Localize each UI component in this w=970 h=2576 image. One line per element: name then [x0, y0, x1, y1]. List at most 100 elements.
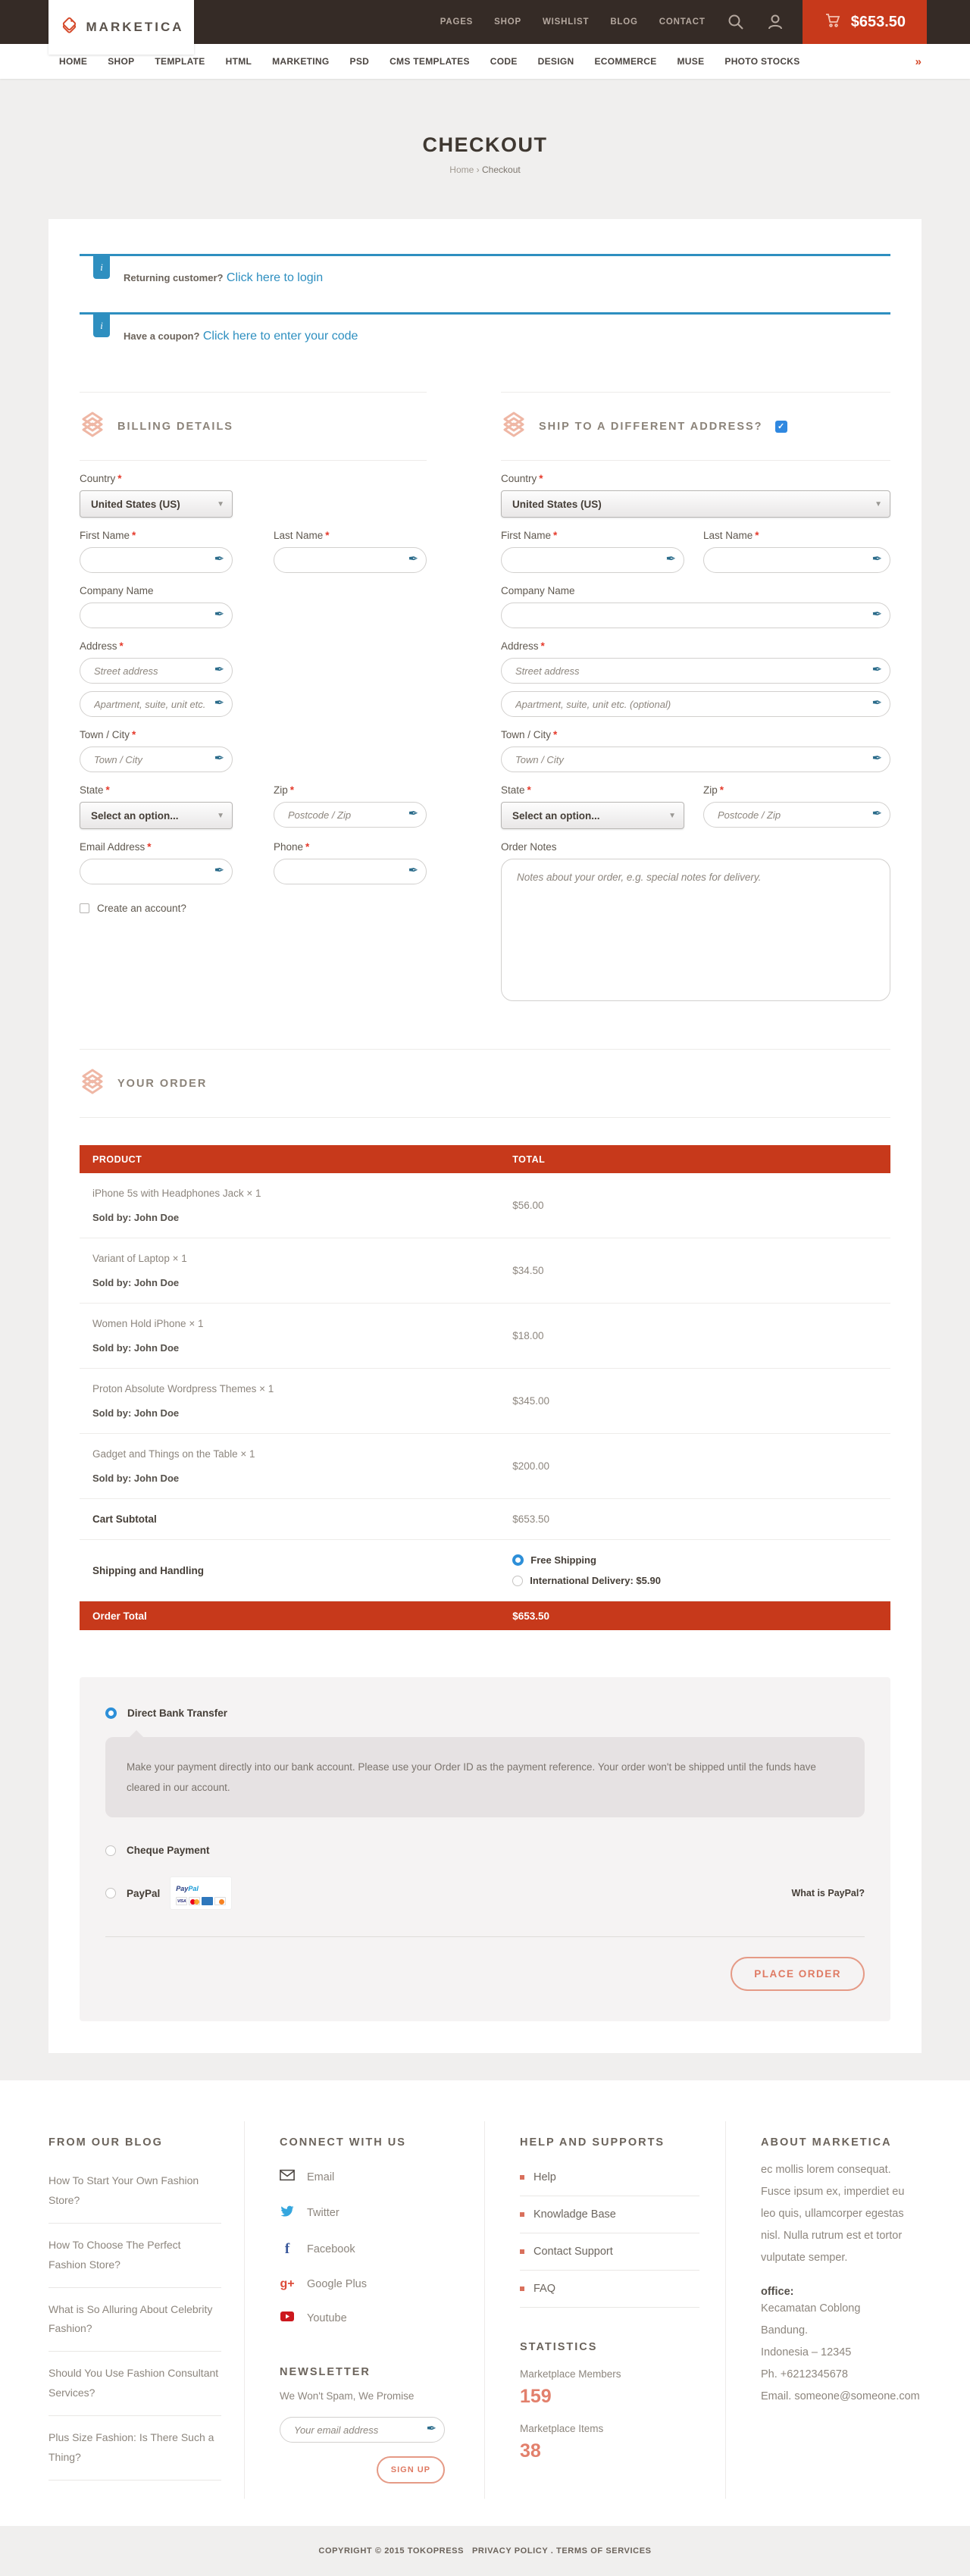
place-order-button[interactable]: PLACE ORDER: [731, 1957, 865, 1991]
order-total-value: $653.50: [512, 1610, 878, 1622]
create-account-checkbox-row[interactable]: Create an account?: [80, 903, 427, 914]
cart-total: $653.50: [851, 14, 906, 31]
billing-phone-input[interactable]: [274, 859, 427, 884]
billing-title: BILLING DETAILS: [117, 421, 233, 433]
menu-html[interactable]: HTML: [226, 56, 252, 67]
menu-more-icon[interactable]: »: [915, 55, 922, 68]
menu-photo-stocks[interactable]: PHOTO STOCKS: [724, 56, 799, 67]
payment-option-paypal[interactable]: PayPal PayPal What is PayPal?: [95, 1873, 875, 1914]
billing-zip-input[interactable]: [274, 802, 427, 828]
item-name: Women Hold iPhone × 1: [92, 1318, 512, 1329]
signup-button[interactable]: SIGN UP: [377, 2456, 445, 2484]
social-link-youtube[interactable]: Youtube: [280, 2301, 458, 2336]
blog-link[interactable]: What is So Alluring About Celebrity Fash…: [48, 2288, 221, 2352]
help-link[interactable]: Help: [520, 2159, 699, 2196]
search-icon[interactable]: [727, 13, 745, 31]
your-order-section: YOUR ORDER PRODUCT TOTAL iPhone 5s with …: [80, 1049, 890, 1630]
menu-ecommerce[interactable]: ECOMMERCE: [594, 56, 656, 67]
menu-template[interactable]: TEMPLATE: [155, 56, 205, 67]
create-account-checkbox[interactable]: [80, 903, 89, 913]
top-nav-contact[interactable]: CONTACT: [659, 17, 706, 27]
shipping-first-name-input[interactable]: [501, 547, 684, 573]
top-nav-pages[interactable]: PAGES: [440, 17, 473, 27]
billing-apartment-input[interactable]: [80, 691, 233, 717]
total-column-header: TOTAL: [512, 1154, 878, 1165]
shipping-country-select[interactable]: United States (US)▼: [501, 490, 890, 518]
item-sold-by: Sold by: John Doe: [92, 1473, 512, 1484]
social-link-twitter[interactable]: Twitter: [280, 2195, 458, 2231]
top-nav-shop[interactable]: SHOP: [494, 17, 521, 27]
shipping-state-select[interactable]: Select an option...▼: [501, 802, 684, 829]
login-link[interactable]: Click here to login: [227, 271, 323, 284]
menu-marketing[interactable]: MARKETING: [272, 56, 329, 67]
footer: FROM OUR BLOG How To Start Your Own Fash…: [0, 2080, 970, 2526]
top-nav-wishlist[interactable]: WISHLIST: [543, 17, 589, 27]
table-row: Gadget and Things on the Table × 1 Sold …: [80, 1434, 890, 1499]
newsletter-email-input[interactable]: [280, 2417, 445, 2443]
radio-selected[interactable]: [512, 1554, 524, 1566]
radio-unselected[interactable]: [105, 1845, 116, 1856]
billing-last-name-input[interactable]: [274, 547, 427, 573]
social-link-google-plus[interactable]: g+ Google Plus: [280, 2268, 458, 2301]
shipping-last-name-input[interactable]: [703, 547, 890, 573]
menu-home[interactable]: HOME: [59, 56, 87, 67]
payment-methods-box: Direct Bank Transfer Make your payment d…: [80, 1677, 890, 2021]
blog-link[interactable]: How To Start Your Own Fashion Store?: [48, 2159, 221, 2224]
order-total-label: Order Total: [92, 1610, 512, 1622]
menu-psd[interactable]: PSD: [350, 56, 370, 67]
billing-town-input[interactable]: [80, 747, 233, 772]
billing-company-input[interactable]: [80, 603, 233, 628]
billing-state-select[interactable]: Select an option...▼: [80, 802, 233, 829]
footer-blog-title: FROM OUR BLOG: [48, 2136, 221, 2149]
free-shipping-option[interactable]: Free Shipping: [512, 1554, 878, 1566]
payment-option-cheque[interactable]: Cheque Payment: [95, 1840, 875, 1861]
radio-unselected[interactable]: [512, 1576, 523, 1586]
top-nav-blog[interactable]: BLOG: [610, 17, 637, 27]
menu-muse[interactable]: MUSE: [677, 56, 705, 67]
shipping-company-input[interactable]: [501, 603, 890, 628]
help-link[interactable]: Contact Support: [520, 2233, 699, 2271]
notice-text: Returning customer?: [124, 272, 223, 283]
blog-link[interactable]: Should You Use Fashion Consultant Servic…: [48, 2352, 221, 2416]
billing-street-input[interactable]: [80, 658, 233, 684]
menu-design[interactable]: DESIGN: [538, 56, 574, 67]
breadcrumb-home[interactable]: Home: [449, 164, 474, 175]
social-link-email[interactable]: Email: [280, 2159, 458, 2195]
blog-link[interactable]: Plus Size Fashion: Is There Such a Thing…: [48, 2416, 221, 2481]
coupon-notice: i Have a coupon? Click here to enter you…: [80, 312, 890, 360]
what-is-paypal-link[interactable]: What is PayPal?: [791, 1888, 865, 1898]
help-link[interactable]: FAQ: [520, 2271, 699, 2308]
blog-link[interactable]: How To Choose The Perfect Fashion Store?: [48, 2224, 221, 2288]
cart-button[interactable]: $653.50: [803, 0, 927, 44]
discover-icon: [214, 1897, 226, 1905]
social-link-facebook[interactable]: f Facebook: [280, 2231, 458, 2268]
privacy-policy-link[interactable]: PRIVACY POLICY: [472, 2546, 548, 2556]
ship-different-checkbox[interactable]: ✓: [775, 421, 787, 433]
billing-first-name-input[interactable]: [80, 547, 233, 573]
radio-unselected[interactable]: [105, 1888, 116, 1898]
chevron-down-icon: ▼: [875, 500, 882, 509]
shipping-street-input[interactable]: [501, 658, 890, 684]
international-delivery-option[interactable]: International Delivery: $5.90: [512, 1575, 878, 1586]
item-name: Proton Absolute Wordpress Themes × 1: [92, 1383, 512, 1394]
page-header: CHECKOUT Home › Checkout: [0, 79, 970, 219]
top-nav: PAGES SHOP WISHLIST BLOG CONTACT: [440, 13, 803, 31]
billing-email-input[interactable]: [80, 859, 233, 884]
menu-code[interactable]: CODE: [490, 56, 518, 67]
coupon-link[interactable]: Click here to enter your code: [203, 330, 358, 343]
menu-shop[interactable]: SHOP: [108, 56, 134, 67]
radio-selected[interactable]: [105, 1707, 117, 1719]
marketplace-members-label: Marketplace Members: [520, 2368, 699, 2380]
terms-link[interactable]: TERMS OF SERVICES: [556, 2546, 652, 2556]
logo[interactable]: MARKETICA: [48, 0, 194, 55]
order-notes-textarea[interactable]: [501, 859, 890, 1001]
shipping-apartment-input[interactable]: [501, 691, 890, 717]
payment-option-bank-transfer[interactable]: Direct Bank Transfer: [95, 1703, 875, 1723]
help-link[interactable]: Knowladge Base: [520, 2196, 699, 2233]
shipping-town-input[interactable]: [501, 747, 890, 772]
menu-cms-templates[interactable]: CMS TEMPLATES: [390, 56, 470, 67]
billing-country-select[interactable]: United States (US)▼: [80, 490, 233, 518]
shipping-zip-input[interactable]: [703, 802, 890, 828]
user-icon[interactable]: [766, 13, 784, 31]
google-plus-icon: g+: [280, 2277, 295, 2291]
